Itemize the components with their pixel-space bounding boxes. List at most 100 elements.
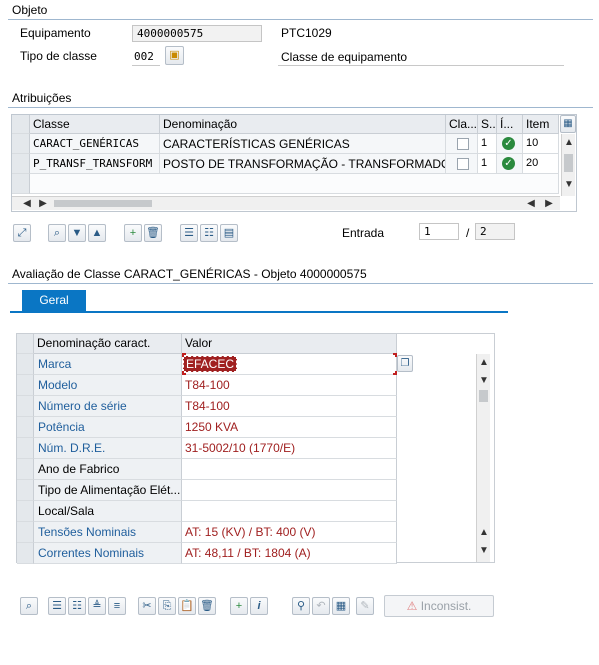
scroll-down-icon[interactable]: ▼: [562, 178, 576, 192]
sort-up-icon[interactable]: ▲: [88, 224, 106, 242]
equipamento-field[interactable]: 4000000575: [132, 25, 262, 42]
objeto-title: Objeto: [12, 3, 48, 17]
char-name-marca[interactable]: Marca: [34, 354, 182, 375]
inconsist-button[interactable]: ⚠ Inconsist.: [384, 595, 494, 617]
char-name-correntes[interactable]: Correntes Nominais: [34, 543, 182, 564]
entrada-label: Entrada: [342, 226, 385, 240]
objeto-divider: [8, 19, 593, 20]
col-header-i[interactable]: Í...: [497, 115, 523, 134]
info-icon[interactable]: i: [250, 597, 268, 615]
tipo-classe-desc: Classe de equipamento: [281, 50, 408, 64]
select-all-icon[interactable]: ☰: [180, 224, 198, 242]
scroll-up-icon[interactable]: ▲: [477, 526, 491, 540]
char-value-marca[interactable]: EFACEC: [182, 354, 397, 375]
atribuicoes-title: Atribuições: [12, 91, 72, 105]
vertical-scrollbar[interactable]: ▲ ▼ ▲ ▼: [476, 354, 490, 562]
col-header-cla[interactable]: Cla...: [446, 115, 478, 134]
char-name-potencia[interactable]: Potência: [34, 417, 182, 438]
warning-icon: ⚠: [406, 599, 418, 613]
cut-icon[interactable]: ✂: [138, 597, 156, 615]
copy-block-icon[interactable]: ▤: [220, 224, 238, 242]
scroll-left-icon[interactable]: ◀: [524, 197, 538, 211]
align-top-icon[interactable]: ≜: [88, 597, 106, 615]
char-value-correntes[interactable]: AT: 48,11 / BT: 1804 (A): [182, 543, 397, 564]
char-name-local-sala[interactable]: Local/Sala: [34, 501, 182, 522]
sort-down-icon[interactable]: ▼: [68, 224, 86, 242]
align-bottom-icon[interactable]: ≡: [108, 597, 126, 615]
table-settings-icon[interactable]: ▦: [560, 115, 576, 133]
insert-row-icon[interactable]: +: [230, 597, 248, 615]
deselect-icon[interactable]: ☷: [200, 224, 218, 242]
table-cell-denominacao[interactable]: CARACTERÍSTICAS GENÉRICAS: [160, 134, 446, 154]
tipo-classe-label: Tipo de classe: [20, 49, 97, 63]
equipamento-desc: PTC1029: [281, 26, 332, 40]
horizontal-scrollbar[interactable]: ◀ ▶ ◀ ▶: [12, 196, 560, 210]
col-header-denominacao-caract[interactable]: Denominação caract.: [34, 334, 182, 354]
select-block-icon[interactable]: ☷: [68, 597, 86, 615]
status-ok-icon: ✓: [502, 137, 515, 150]
row-selector[interactable]: [12, 134, 30, 154]
edit-icon[interactable]: ✎: [356, 597, 374, 615]
avaliacao-title: Avaliação de Classe CARACT_GENÉRICAS - O…: [12, 267, 367, 281]
paste-icon[interactable]: 📋: [178, 597, 196, 615]
col-header-valor[interactable]: Valor: [182, 334, 397, 354]
value-help-icon[interactable]: ❐: [397, 355, 413, 372]
class-type-picker-icon[interactable]: ▣: [165, 46, 184, 65]
char-name-tensoes[interactable]: Tensões Nominais: [34, 522, 182, 543]
find-icon[interactable]: ⌕: [48, 224, 66, 242]
entrada-field[interactable]: 1: [419, 223, 459, 240]
scroll-up-icon[interactable]: ▲: [562, 136, 576, 150]
checkbox-cla[interactable]: [457, 158, 469, 170]
delete-icon[interactable]: 🗑: [198, 597, 216, 615]
col-header-classe[interactable]: Classe: [30, 115, 160, 134]
char-value-tensoes[interactable]: AT: 15 (KV) / BT: 400 (V): [182, 522, 397, 543]
entrada-separator: /: [466, 226, 470, 240]
scroll-right-icon[interactable]: ▶: [36, 197, 50, 211]
table-cell-s[interactable]: 1: [478, 134, 497, 154]
char-name-ano-fabrico[interactable]: Ano de Fabrico: [34, 459, 182, 480]
table-cell-item[interactable]: 20: [523, 154, 559, 174]
char-value-tipo-alimentacao[interactable]: [182, 480, 397, 501]
char-value-num-dre[interactable]: 31-5002/10 (1770/E): [182, 438, 397, 459]
col-header-s[interactable]: S...: [478, 115, 497, 134]
open-detail-icon[interactable]: ⤢: [13, 224, 31, 242]
table-view-icon[interactable]: ▦: [332, 597, 350, 615]
scroll-right-icon[interactable]: ▶: [542, 197, 556, 211]
char-value-modelo[interactable]: T84-100: [182, 375, 397, 396]
scroll-down-icon[interactable]: ▼: [477, 544, 491, 558]
table-cell-classe[interactable]: P_TRANSF_TRANSFORM: [30, 154, 160, 174]
char-value-potencia[interactable]: 1250 KVA: [182, 417, 397, 438]
select-all-icon[interactable]: ☰: [48, 597, 66, 615]
select-all-cell[interactable]: [12, 115, 30, 134]
table-cell-denominacao[interactable]: POSTO DE TRANSFORMAÇÃO - TRANSFORMADOR: [160, 154, 446, 174]
table-cell-item[interactable]: 10: [523, 134, 559, 154]
inconsist-label: Inconsist.: [420, 599, 472, 613]
copy-icon[interactable]: ⎘: [158, 597, 176, 615]
vertical-scrollbar[interactable]: ▲ ▼: [561, 134, 575, 196]
tab-geral[interactable]: Geral: [22, 290, 86, 311]
char-value-local-sala[interactable]: [182, 501, 397, 522]
undo-icon[interactable]: ↶: [312, 597, 330, 615]
char-name-tipo-alimentacao[interactable]: Tipo de Alimentação Elét...: [34, 480, 182, 501]
status-ok-icon: ✓: [502, 157, 515, 170]
char-value-numero-serie[interactable]: T84-100: [182, 396, 397, 417]
char-name-numero-serie[interactable]: Número de série: [34, 396, 182, 417]
scroll-left-icon[interactable]: ◀: [20, 197, 34, 211]
col-header-denominacao[interactable]: Denominação: [160, 115, 446, 134]
checkbox-cla[interactable]: [457, 138, 469, 150]
char-name-modelo[interactable]: Modelo: [34, 375, 182, 396]
char-value-ano-fabrico[interactable]: [182, 459, 397, 480]
col-header-item[interactable]: Item: [523, 115, 559, 134]
row-selector[interactable]: [12, 154, 30, 174]
delete-icon[interactable]: 🗑: [144, 224, 162, 242]
char-name-num-dre[interactable]: Núm. D.R.E.: [34, 438, 182, 459]
scroll-down-icon[interactable]: ▼: [477, 374, 491, 388]
binoculars-icon[interactable]: ⚲: [292, 597, 310, 615]
table-cell-s[interactable]: 1: [478, 154, 497, 174]
find-icon[interactable]: ⌕: [20, 597, 38, 615]
tipo-classe-value: 002: [134, 50, 154, 63]
table-cell-classe[interactable]: CARACT_GENÉRICAS: [30, 134, 160, 154]
scroll-up-icon[interactable]: ▲: [477, 356, 491, 370]
insert-row-icon[interactable]: +: [124, 224, 142, 242]
char-value-marca-text[interactable]: EFACEC: [183, 356, 238, 372]
